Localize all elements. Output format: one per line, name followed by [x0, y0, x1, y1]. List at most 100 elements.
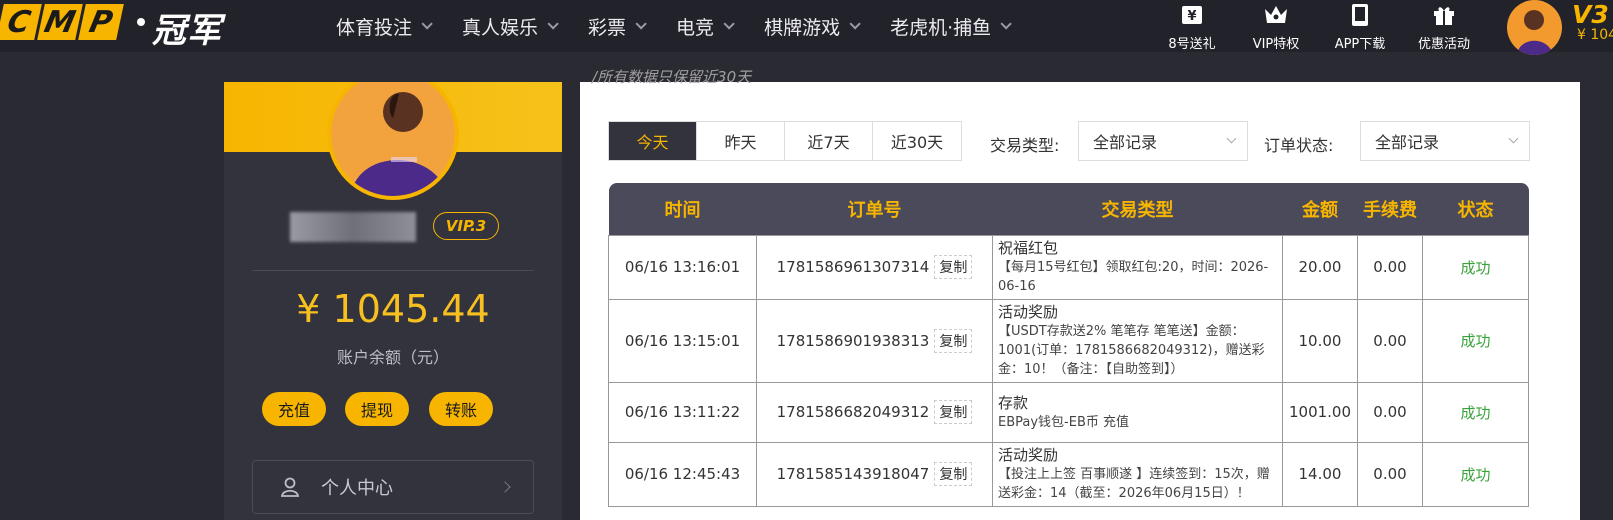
type-title: 存款	[998, 393, 1029, 412]
column-header-status: 状态	[1457, 199, 1494, 221]
quick-link-app[interactable]: APP下载	[1320, 3, 1400, 52]
main-nav: 体育投注 真人娱乐 彩票 电竞 棋牌游戏 老虎机·捕鱼	[322, 0, 1027, 52]
type-detail: 【USDT存款送2% 笔笔存 笔笔送】金额：1001(订单：1781586682…	[998, 324, 1265, 377]
table-row: 06/16 13:11:22 1781586682049312 复制 存款 EBPa…	[608, 381, 1529, 443]
cell-order: 1781586901938313 复制	[756, 298, 993, 383]
cell-status: 成功	[1422, 298, 1529, 383]
deposit-button[interactable]: 充值	[262, 392, 326, 426]
nav-label: 电竞	[676, 16, 715, 39]
withdraw-button[interactable]: 提现	[345, 392, 409, 426]
user-icon	[280, 477, 300, 497]
order-number: 1781586901938313	[776, 331, 930, 350]
order-status-label: 订单状态:	[1264, 136, 1334, 155]
quick-link-promotions[interactable]: 优惠活动	[1404, 3, 1484, 52]
nav-slots-fishing[interactable]: 老虎机·捕鱼	[876, 0, 1027, 52]
divider	[252, 270, 534, 271]
cell-type: 祝福红包 【每月15号红包】领取红包:20，时间：2026-06-16	[992, 234, 1283, 300]
tab-yesterday[interactable]: 昨天	[697, 122, 785, 160]
order-number: 1781586682049312	[776, 403, 930, 421]
copy-button[interactable]: 复制	[934, 400, 973, 424]
column-header-fee: 手续费	[1363, 199, 1417, 221]
menu-label: 个人中心	[321, 478, 393, 499]
profile-panel: VIP.3 ¥ 1045.44 账户余额（元） 充值 提现 转账 个人中心	[224, 82, 562, 520]
nav-label: 老虎机·捕鱼	[890, 16, 992, 39]
order-number: 1781586961307314	[776, 258, 930, 276]
tab-last-7-days[interactable]: 近7天	[785, 122, 873, 160]
table-header-row: 时间 订单号 交易类型 金额 手续费 状态	[608, 183, 1529, 235]
cell-type: 活动奖励 【投注上上签 百事顺遂 】连续签到：15次，赠送彩金：14（截至：202…	[992, 441, 1283, 507]
nav-label: 棋牌游戏	[764, 16, 841, 39]
cell-amount: 10.00	[1282, 298, 1358, 383]
copy-button[interactable]: 复制	[934, 328, 973, 353]
balance-label: 账户余额（元）	[336, 348, 449, 367]
select-value: 全部记录	[1375, 133, 1440, 152]
nav-sports[interactable]: 体育投注	[322, 0, 448, 52]
chevron-down-icon	[635, 18, 647, 30]
logo-letter-c: C	[0, 4, 42, 40]
transaction-type-select[interactable]: 全部记录	[1078, 121, 1248, 161]
tab-last-30-days[interactable]: 近30天	[873, 122, 961, 160]
column-header-time: 时间	[664, 199, 701, 221]
type-title: 活动奖励	[998, 303, 1059, 321]
select-value: 全部记录	[1093, 133, 1158, 152]
type-detail: 【每月15号红包】领取红包:20，时间：2026-06-16	[998, 260, 1269, 294]
nav-chess-games[interactable]: 棋牌游戏	[750, 0, 876, 52]
username-blurred	[290, 212, 416, 242]
chevron-down-icon	[849, 18, 861, 30]
chevron-down-icon	[723, 18, 735, 30]
vip-level: V3	[1572, 0, 1609, 29]
cell-amount: 1001.00	[1282, 381, 1358, 443]
cell-fee: 0.00	[1357, 441, 1423, 507]
type-title: 活动奖励	[998, 446, 1059, 464]
cell-time: 06/16 13:11:22	[608, 381, 757, 443]
nav-label: 体育投注	[336, 16, 413, 39]
nav-label: 真人娱乐	[462, 16, 539, 39]
retention-notice: /所有数据只保留近30天	[592, 68, 752, 86]
avatar[interactable]	[1507, 0, 1562, 55]
menu-personal-center[interactable]: 个人中心	[252, 460, 534, 514]
svg-text:¥: ¥	[1187, 9, 1196, 24]
logo-text[interactable]: 冠军	[152, 3, 222, 52]
nav-lottery[interactable]: 彩票	[574, 0, 662, 52]
account-balance: ¥ 1045.44	[296, 287, 490, 331]
cell-amount: 14.00	[1282, 441, 1358, 507]
cell-status: 成功	[1422, 441, 1529, 507]
quick-link-label: VIP特权	[1252, 37, 1300, 52]
chevron-down-icon	[1226, 133, 1237, 144]
type-detail: EBPay钱包-EB币 充值	[998, 414, 1130, 430]
order-number: 1781585143918047	[776, 465, 930, 483]
table-row: 06/16 12:45:43 1781585143918047 复制 活动奖励 【投…	[608, 441, 1529, 507]
tab-today[interactable]: 今天	[609, 122, 697, 160]
chevron-down-icon	[1000, 18, 1012, 30]
chevron-down-icon	[547, 18, 559, 30]
nav-live-casino[interactable]: 真人娱乐	[448, 0, 574, 52]
nav-esports[interactable]: 电竞	[662, 0, 750, 52]
cell-type: 活动奖励【USDT存款送2% 笔笔存 笔笔送】金额：1001(订单：178158…	[992, 298, 1283, 383]
copy-button[interactable]: 复制	[934, 255, 973, 279]
logo-cmp[interactable]: C M P	[0, 4, 126, 42]
chevron-right-icon	[499, 481, 511, 493]
quick-link-8th-gift[interactable]: ¥ 8号送礼	[1152, 3, 1232, 52]
chevron-down-icon	[1508, 133, 1519, 144]
quick-link-label: 优惠活动	[1417, 37, 1470, 52]
transfer-button[interactable]: 转账	[429, 392, 493, 426]
column-header-type: 交易类型	[1101, 199, 1174, 221]
order-status-select[interactable]: 全部记录	[1360, 121, 1530, 161]
quick-link-vip[interactable]: VIP特权	[1236, 3, 1316, 52]
cell-fee: 0.00	[1357, 381, 1423, 443]
profile-avatar-image	[351, 92, 449, 196]
cell-order: 1781586961307314 复制	[756, 234, 993, 300]
profile-avatar	[327, 82, 459, 200]
crown-icon	[1265, 6, 1287, 23]
copy-button[interactable]: 复制	[934, 462, 973, 486]
cell-fee: 0.00	[1357, 298, 1423, 383]
header-balance: ¥ 104	[1577, 27, 1613, 43]
avatar-image	[1517, 10, 1553, 55]
date-range-tabs: 今天 昨天 近7天 近30天	[608, 121, 962, 161]
chevron-down-icon	[421, 18, 433, 30]
cell-time: 06/16 13:15:01	[608, 298, 757, 383]
table-row: 06/16 13:15:01 1781586901938313 复制 活动奖励【U…	[608, 298, 1529, 383]
gift-box-icon	[1434, 7, 1454, 25]
column-header-order: 订单号	[847, 199, 902, 221]
logo-dot	[137, 18, 145, 26]
